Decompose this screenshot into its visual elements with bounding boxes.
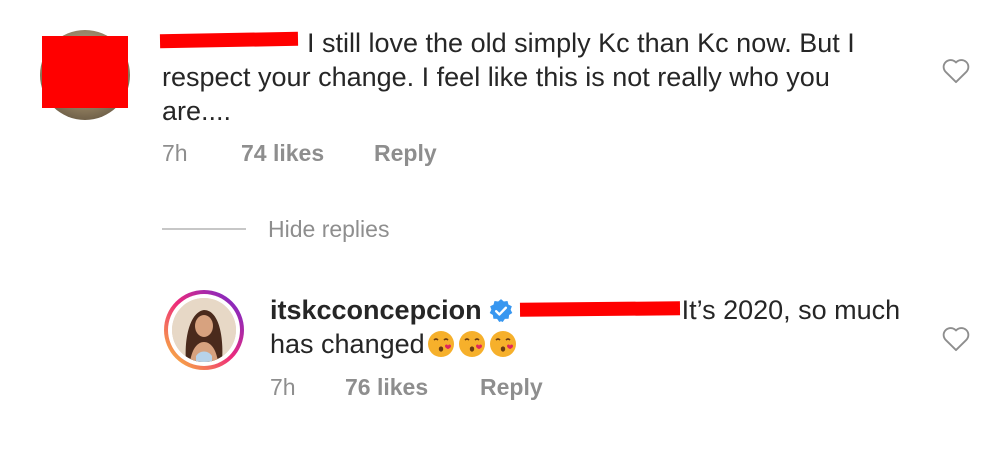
hide-replies-button[interactable]: Hide replies — [268, 216, 389, 243]
reply-reply-button[interactable]: Reply — [480, 374, 543, 401]
heart-icon[interactable] — [942, 326, 970, 352]
reply-likes[interactable]: 76 likes — [345, 374, 428, 401]
redacted-mention[interactable] — [519, 301, 681, 317]
reply-likes-label: 76 likes — [345, 374, 429, 400]
kissing-face-emoji-icon — [458, 331, 485, 357]
thread-divider — [162, 228, 246, 230]
comment-timestamp: 7h — [162, 140, 188, 166]
heart-icon[interactable] — [942, 58, 970, 84]
comment-reply-label: Reply — [374, 140, 437, 166]
comment-likes[interactable]: 74 likes — [241, 140, 324, 167]
redacted-username[interactable] — [159, 31, 299, 49]
verified-badge-icon — [489, 299, 512, 322]
reply-username[interactable]: itskcconcepcion — [270, 295, 482, 325]
reply-avatar[interactable] — [172, 298, 236, 362]
kissing-face-emoji-icon — [427, 331, 454, 357]
reply-reply-label: Reply — [480, 374, 543, 400]
comment-reply-button[interactable]: Reply — [374, 140, 437, 167]
comment-likes-label: 74 likes — [241, 140, 325, 166]
kissing-face-emoji-icon — [489, 331, 516, 357]
kiss-emoji-group — [425, 329, 518, 359]
avatar-redaction — [42, 36, 128, 108]
reply-timestamp: 7h — [270, 374, 296, 400]
avatar-portrait — [172, 298, 236, 362]
